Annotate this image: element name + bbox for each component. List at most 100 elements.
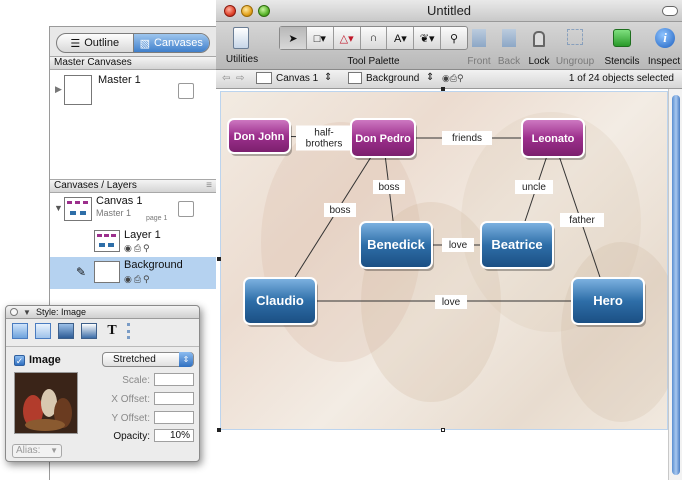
layer-visibility-icons[interactable]: ◉⎙⚲ bbox=[124, 243, 152, 254]
node-don-john[interactable]: Don John bbox=[227, 118, 292, 156]
edge-label-don-john-don-pedro: half- bbox=[314, 128, 333, 139]
x-offset-label: X Offset: bbox=[111, 394, 150, 405]
layer-row-layer-1[interactable]: Layer 1 ◉⎙⚲ bbox=[50, 227, 216, 257]
inspect-button[interactable]: i Inspect bbox=[644, 24, 682, 68]
ungroup-icon bbox=[567, 29, 583, 45]
fill-style-icon[interactable] bbox=[12, 323, 28, 339]
image-preview[interactable] bbox=[14, 372, 78, 434]
resize-handle-icon[interactable]: ≡ bbox=[206, 180, 212, 192]
canvas-options-button[interactable] bbox=[178, 201, 194, 217]
zoom-button[interactable] bbox=[258, 5, 270, 17]
selection-status: 1 of 24 objects selected bbox=[568, 73, 674, 84]
stroke-style-icon[interactable] bbox=[35, 323, 51, 339]
drawer-tab-control: ☰ Outline ▧ Canvases bbox=[56, 33, 210, 53]
vertical-scrollbar[interactable] bbox=[668, 89, 682, 480]
layer-popup-arrows-icon[interactable]: ⇕ bbox=[426, 72, 434, 83]
canvas-thumbnail bbox=[64, 197, 92, 221]
collapse-triangle-icon[interactable]: ▼ bbox=[23, 306, 31, 319]
node-label-hero: Hero bbox=[593, 293, 623, 308]
selection-handle-bottom-left[interactable] bbox=[217, 428, 221, 432]
utilities-button[interactable]: Utilities bbox=[220, 24, 264, 68]
canvases-layers-title: Canvases / Layers bbox=[54, 180, 137, 191]
canvas-popup[interactable]: Canvas 1 bbox=[276, 73, 318, 84]
disclosure-open-icon[interactable]: ▼ bbox=[54, 203, 63, 213]
node-benedick[interactable]: Benedick bbox=[359, 221, 434, 271]
background-thumbnail bbox=[94, 261, 120, 283]
stencils-button[interactable]: Stencils bbox=[600, 24, 644, 68]
node-claudio[interactable]: Claudio bbox=[243, 277, 318, 327]
selection-handle-left[interactable] bbox=[217, 257, 221, 261]
scrollbar-thumb[interactable] bbox=[672, 95, 680, 475]
bring-to-front-icon bbox=[472, 29, 486, 47]
master-name[interactable]: Master 1 bbox=[98, 74, 141, 86]
node-don-pedro[interactable]: Don Pedro bbox=[350, 118, 417, 160]
opacity-field[interactable]: 10% bbox=[154, 429, 194, 442]
canvases-layers-header: Canvases / Layers ≡ bbox=[50, 179, 216, 193]
canvas-name: Canvas 1 bbox=[96, 195, 143, 207]
inspector-close-button[interactable] bbox=[10, 308, 18, 316]
text-style-icon[interactable]: T bbox=[104, 323, 120, 339]
y-offset-field[interactable] bbox=[154, 411, 194, 424]
close-button[interactable] bbox=[224, 5, 236, 17]
image-checkbox-label: Image bbox=[29, 354, 61, 366]
selection-tool-button[interactable]: ➤ bbox=[280, 27, 307, 49]
opacity-label: Opacity: bbox=[113, 431, 150, 442]
node-label-beatrice: Beatrice bbox=[491, 237, 542, 252]
layer-row-background[interactable]: ✎ Background ◉⎙⚲ bbox=[50, 257, 216, 289]
line-tool-button[interactable]: △▾ bbox=[334, 27, 361, 49]
utilities-icon bbox=[233, 27, 249, 49]
layer-popup[interactable]: Background bbox=[366, 73, 419, 84]
selection-handle-top[interactable] bbox=[441, 87, 445, 91]
arrow-icon: ➤ bbox=[288, 32, 298, 45]
y-offset-label: Y Offset: bbox=[111, 413, 150, 424]
master-options-button[interactable] bbox=[178, 83, 194, 99]
inspector-title-bar: ▼ Style: Image bbox=[6, 306, 199, 319]
canvas-popup-arrows-icon[interactable]: ⇕ bbox=[324, 72, 332, 83]
canvas-artboard[interactable]: Don John Don Pedro Leonato Benedick Beatrice… bbox=[220, 91, 669, 431]
layer-name: Layer 1 bbox=[124, 229, 161, 241]
curve-tool-button[interactable]: ∩ bbox=[361, 27, 388, 49]
image-style-icon[interactable] bbox=[81, 323, 97, 339]
shape-tool-button[interactable]: □▾ bbox=[307, 27, 334, 49]
back-button[interactable]: Back bbox=[494, 24, 524, 68]
next-canvas-icon[interactable]: ⇨ bbox=[236, 73, 244, 84]
style-brush-button[interactable]: ❦▾ bbox=[414, 27, 442, 49]
rectangle-icon: □▾ bbox=[313, 32, 326, 45]
front-button[interactable]: Front bbox=[464, 24, 494, 68]
text-tool-button[interactable]: A▾ bbox=[387, 27, 415, 49]
scale-field[interactable] bbox=[154, 373, 194, 386]
selection-handle-bottom[interactable] bbox=[441, 428, 445, 432]
disclosure-triangle-icon[interactable]: ▶ bbox=[55, 84, 62, 95]
node-leonato[interactable]: Leonato bbox=[521, 118, 586, 160]
ungroup-button[interactable]: Ungroup bbox=[554, 24, 596, 68]
edge-don-pedro-claudio[interactable] bbox=[279, 137, 384, 302]
relationship-diagram[interactable]: Don John Don Pedro Leonato Benedick Beatrice… bbox=[221, 92, 669, 431]
edge-label-don-john-don-pedro: brothers bbox=[306, 139, 343, 150]
master-thumbnail[interactable] bbox=[64, 75, 92, 105]
tool-palette: ➤ □▾ △▾ ∩ A▾ ❦▾ ⚲ bbox=[279, 26, 468, 50]
layer-state-icons[interactable]: ◉⎙⚲ bbox=[442, 73, 464, 84]
previous-canvas-icon[interactable]: ⇦ bbox=[222, 73, 230, 84]
background-visibility-icons[interactable]: ◉⎙⚲ bbox=[124, 274, 152, 285]
node-label-leonato: Leonato bbox=[532, 133, 575, 145]
stencils-icon bbox=[613, 29, 631, 47]
alias-popup[interactable]: Alias: ▼ bbox=[12, 444, 62, 458]
magnify-icon: ⚲ bbox=[450, 32, 459, 45]
toolbar-toggle-button[interactable] bbox=[662, 6, 678, 16]
shape-style-icon[interactable] bbox=[127, 323, 143, 339]
image-checkbox[interactable]: ✓ bbox=[14, 355, 25, 366]
back-label: Back bbox=[497, 56, 521, 67]
x-offset-field[interactable] bbox=[154, 392, 194, 405]
window-title: Untitled bbox=[426, 3, 472, 18]
canvas-area[interactable]: Don John Don Pedro Leonato Benedick Beatrice… bbox=[216, 87, 682, 480]
image-mode-select[interactable]: Stretched ⇕ bbox=[102, 352, 194, 367]
tab-canvases[interactable]: ▧ Canvases bbox=[133, 34, 209, 52]
node-beatrice[interactable]: Beatrice bbox=[480, 221, 555, 271]
front-label: Front bbox=[467, 56, 491, 67]
canvas-row[interactable]: ▼ Canvas 1 Master 1 page 1 bbox=[50, 193, 216, 227]
lock-button[interactable]: Lock bbox=[524, 24, 554, 68]
shadow-style-icon[interactable] bbox=[58, 323, 74, 339]
tab-outline[interactable]: ☰ Outline bbox=[57, 34, 133, 52]
minimize-button[interactable] bbox=[241, 5, 253, 17]
node-hero[interactable]: Hero bbox=[571, 277, 646, 327]
